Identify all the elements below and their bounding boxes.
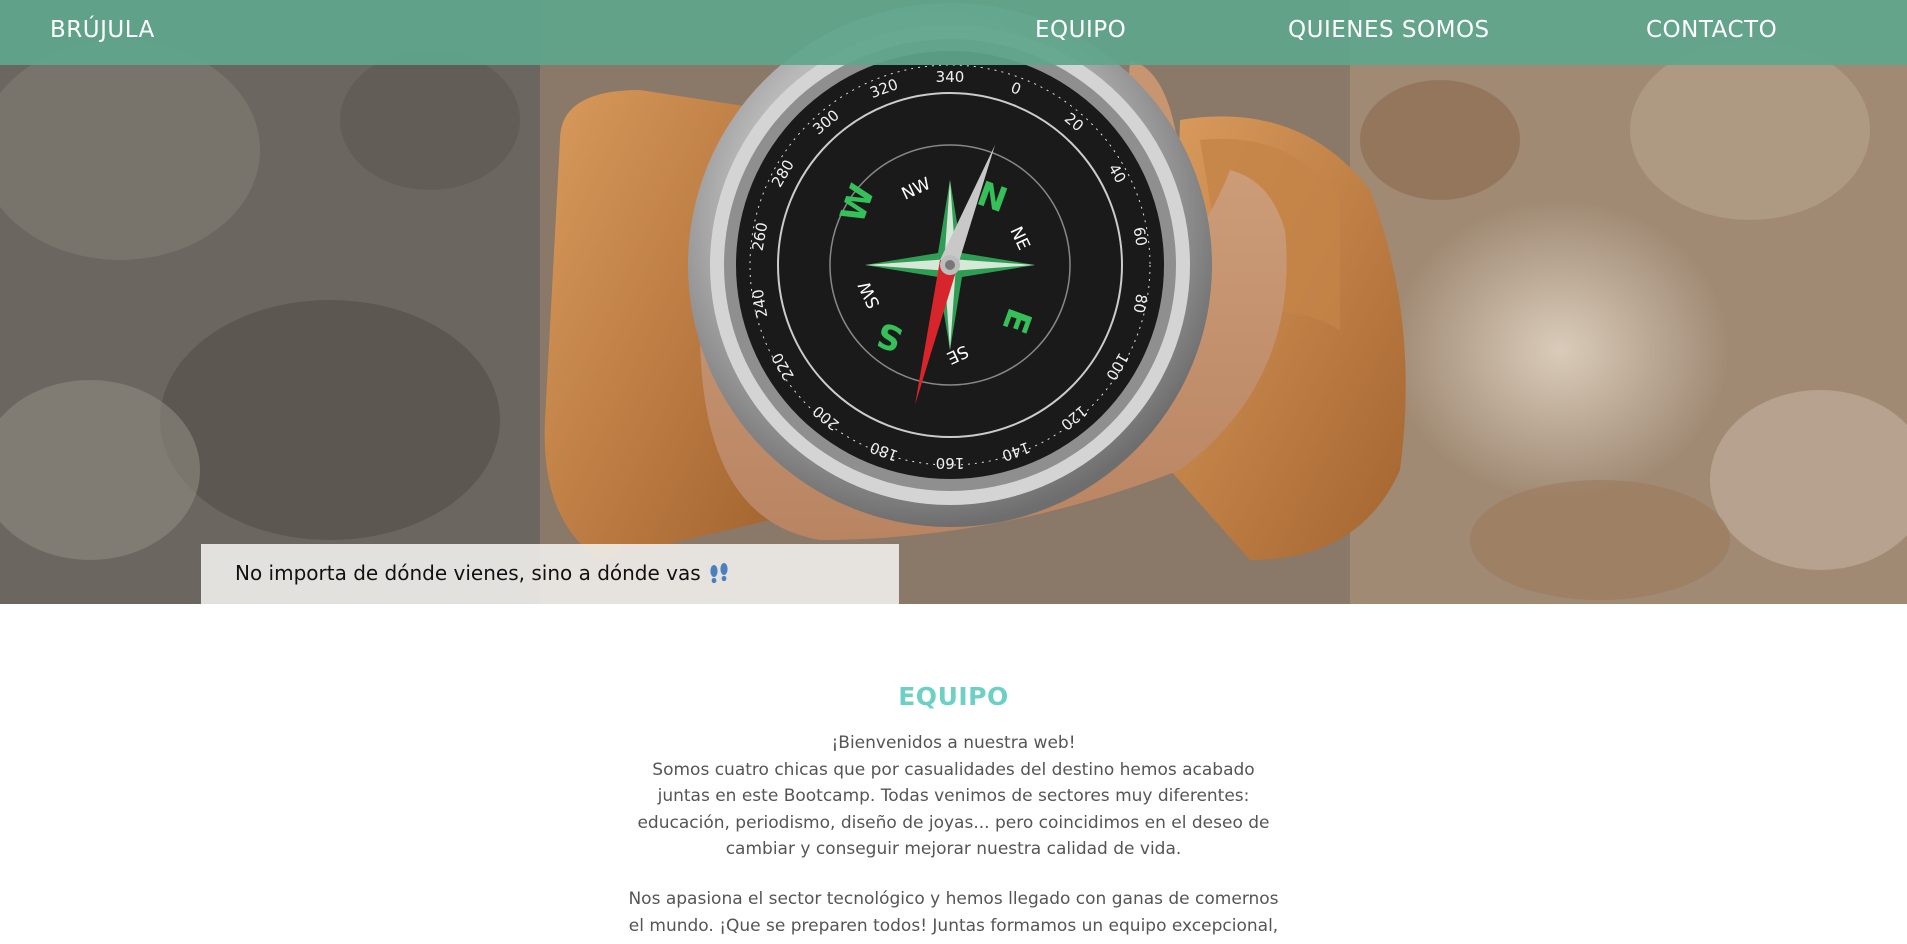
nav-link-contacto[interactable]: CONTACTO [1646, 17, 1777, 43]
hero-caption-text: No importa de dónde vienes, sino a dónde… [235, 561, 701, 585]
hero-caption-text-wrap: No importa de dónde vienes, sino a dónde… [235, 561, 731, 589]
paragraph-line: educación, periodismo, diseño de joyas..… [637, 812, 1270, 833]
hero-banner: N E S W NE SE SW NW 0 20 40 60 80 100 120 140 16… [0, 0, 1907, 604]
compass-degree-label: 160 [936, 454, 965, 472]
equipo-section: EQUIPO ¡Bienvenidos a nuestra web! Somos… [0, 604, 1907, 944]
hero-caption: No importa de dónde vienes, sino a dónde… [201, 544, 899, 604]
footprints-icon [707, 562, 731, 589]
equipo-paragraph-1: ¡Bienvenidos a nuestra web! Somos cuatro… [0, 730, 1907, 863]
compass-degree-label: 340 [936, 68, 965, 86]
top-navbar: BRÚJULA EQUIPO QUIENES SOMOS CONTACTO [0, 0, 1907, 65]
paragraph-line: juntas en este Bootcamp. Todas venimos d… [657, 786, 1250, 806]
paragraph-line: ¡Bienvenidos a nuestra web! [831, 733, 1076, 753]
compass-degree-label: 60 [1130, 226, 1151, 248]
nav-link-equipo[interactable]: EQUIPO [1035, 17, 1126, 43]
brand-logo-link[interactable]: BRÚJULA [50, 17, 155, 43]
paragraph-line: Somos cuatro chicas que por casualidades… [652, 759, 1255, 780]
paragraph-line: el mundo. ¡Que se preparen todos! Juntas… [628, 915, 1279, 936]
compass-degree-label: 80 [1130, 293, 1151, 315]
nav-link-quienes-somos[interactable]: QUIENES SOMOS [1288, 17, 1490, 43]
equipo-paragraph-2: Nos apasiona el sector tecnológico y hem… [0, 886, 1907, 939]
paragraph-line: cambiar y conseguir mejorar nuestra cali… [725, 839, 1182, 859]
hero-compass-image: N E S W NE SE SW NW 02040608010012014016… [0, 0, 1907, 604]
paragraph-line: Nos apasiona el sector tecnológico y hem… [628, 889, 1279, 909]
equipo-title: EQUIPO [898, 682, 1009, 711]
